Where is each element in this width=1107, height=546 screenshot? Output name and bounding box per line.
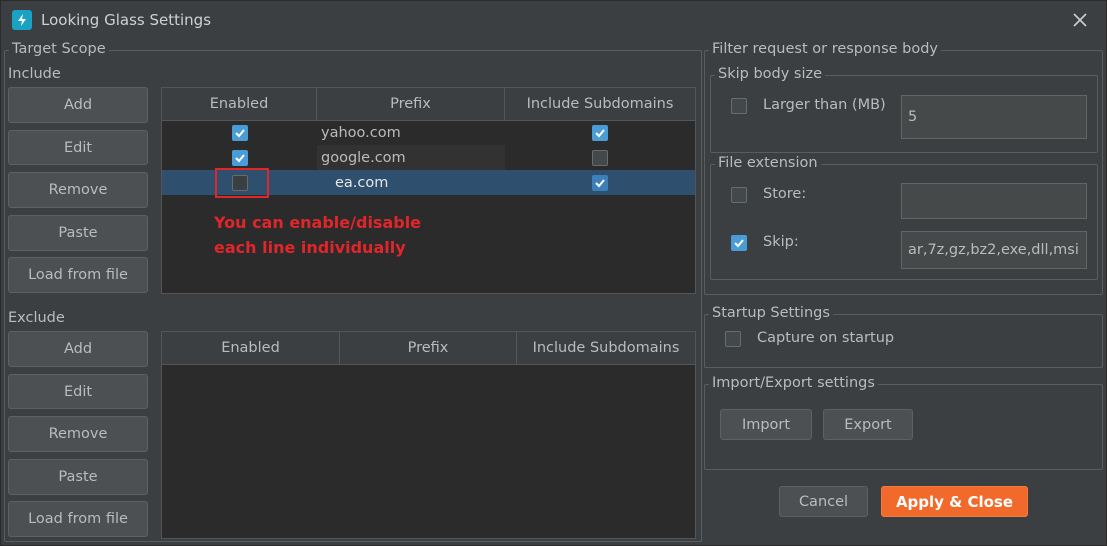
subdomains-cell [505, 120, 695, 145]
include-add-button[interactable]: Add [8, 87, 148, 123]
subdomains-checkbox[interactable] [592, 124, 608, 141]
cancel-button[interactable]: Cancel [779, 486, 868, 517]
skip-checkbox[interactable] [731, 235, 747, 251]
larger-than-label: Larger than (MB) [763, 97, 886, 113]
annotation-highlight-box [215, 168, 269, 198]
subdomains-checkbox[interactable] [592, 174, 608, 191]
prefix-cell[interactable]: google.com [317, 145, 505, 170]
target-scope-title: Target Scope [9, 41, 109, 57]
column-header-include-subdomains[interactable]: Include Subdomains [517, 332, 695, 364]
column-header-enabled[interactable]: Enabled [162, 88, 317, 120]
prefix-cell[interactable]: yahoo.com [317, 120, 505, 145]
prefix-cell[interactable]: ea.com [317, 170, 505, 195]
exclude-paste-button[interactable]: Paste [8, 459, 148, 495]
exclude-label: Exclude [8, 310, 65, 326]
subdomains-checkbox[interactable] [592, 149, 608, 166]
column-header-prefix[interactable]: Prefix [317, 88, 505, 120]
column-header-enabled[interactable]: Enabled [162, 332, 340, 364]
skip-input[interactable]: ar,7z,gz,bz2,exe,dll,msi [901, 231, 1087, 269]
exclude-edit-button[interactable]: Edit [8, 374, 148, 409]
capture-on-startup-label: Capture on startup [757, 330, 895, 346]
lightning-bolt-icon [12, 10, 32, 30]
close-icon[interactable] [1069, 9, 1091, 31]
title-bar: Looking Glass Settings [1, 1, 1106, 39]
capture-on-startup-checkbox[interactable] [725, 331, 741, 347]
store-checkbox[interactable] [731, 187, 747, 203]
larger-than-input[interactable]: 5 [901, 95, 1087, 139]
enabled-cell [162, 120, 317, 145]
column-header-include-subdomains[interactable]: Include Subdomains [505, 88, 695, 120]
settings-dialog: Looking Glass Settings Target Scope Incl… [0, 0, 1107, 546]
file-extension-title: File extension [715, 155, 821, 171]
import-export-title: Import/Export settings [709, 375, 878, 391]
include-paste-button[interactable]: Paste [8, 215, 148, 251]
enabled-cell [162, 145, 317, 170]
import-button[interactable]: Import [720, 409, 812, 440]
store-label: Store: [763, 186, 807, 202]
exclude-remove-button[interactable]: Remove [8, 416, 148, 452]
subdomains-cell [505, 145, 695, 170]
include-table-header: Enabled Prefix Include Subdomains [162, 88, 695, 121]
export-button[interactable]: Export [823, 409, 913, 440]
skip-label: Skip: [763, 234, 799, 250]
larger-than-checkbox[interactable] [731, 98, 747, 114]
store-input[interactable] [901, 183, 1087, 219]
annotation-text: You can enable/disable each line individ… [214, 210, 421, 260]
skip-body-size-title: Skip body size [715, 66, 826, 82]
filter-body-title: Filter request or response body [709, 41, 942, 57]
apply-close-button[interactable]: Apply & Close [881, 486, 1028, 517]
subdomains-cell [505, 170, 695, 195]
window-title: Looking Glass Settings [41, 11, 212, 29]
include-label: Include [8, 66, 61, 82]
annotation-line-2: each line individually [214, 238, 406, 257]
table-row[interactable]: google.com [162, 145, 695, 170]
exclude-add-button[interactable]: Add [8, 331, 148, 367]
enabled-checkbox[interactable] [231, 149, 248, 166]
startup-settings-title: Startup Settings [709, 305, 833, 321]
column-header-prefix[interactable]: Prefix [340, 332, 517, 364]
table-row[interactable]: yahoo.com [162, 120, 695, 145]
include-edit-button[interactable]: Edit [8, 130, 148, 165]
exclude-table: Enabled Prefix Include Subdomains [161, 331, 696, 539]
include-remove-button[interactable]: Remove [8, 172, 148, 208]
annotation-line-1: You can enable/disable [214, 213, 422, 232]
include-load-from-file-button[interactable]: Load from file [8, 257, 148, 293]
exclude-load-from-file-button[interactable]: Load from file [8, 501, 148, 537]
exclude-table-header: Enabled Prefix Include Subdomains [162, 332, 695, 365]
enabled-checkbox[interactable] [231, 124, 248, 141]
